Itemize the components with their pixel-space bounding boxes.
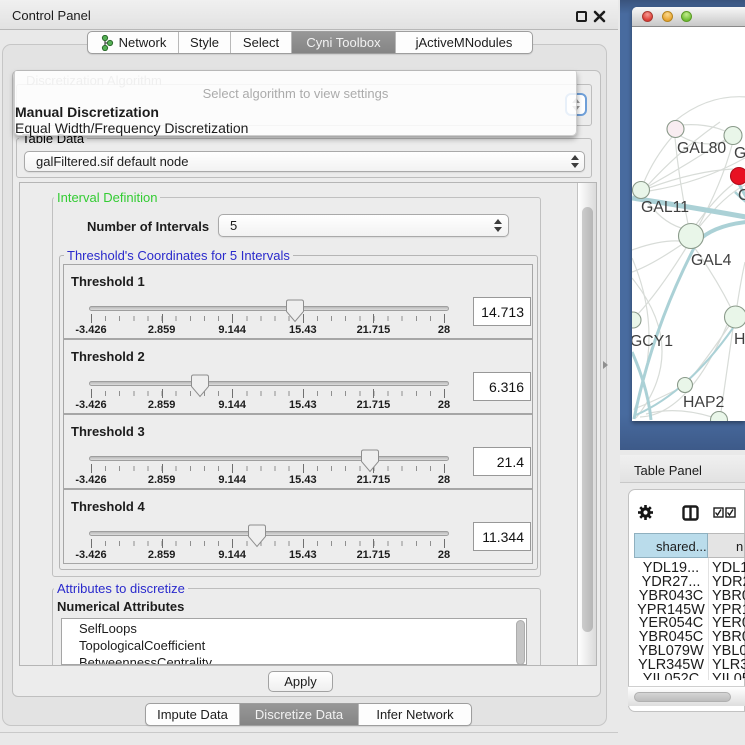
svg-text:GCY1: GCY1 xyxy=(632,333,673,350)
svg-text:C: C xyxy=(738,187,745,204)
svg-text:GAL4: GAL4 xyxy=(691,252,732,269)
svg-text:G: G xyxy=(734,145,745,162)
svg-text:H: H xyxy=(734,331,745,348)
svg-text:GAL11: GAL11 xyxy=(641,199,689,216)
svg-text:GAL80: GAL80 xyxy=(677,140,726,157)
svg-text:HAP2: HAP2 xyxy=(683,394,724,411)
